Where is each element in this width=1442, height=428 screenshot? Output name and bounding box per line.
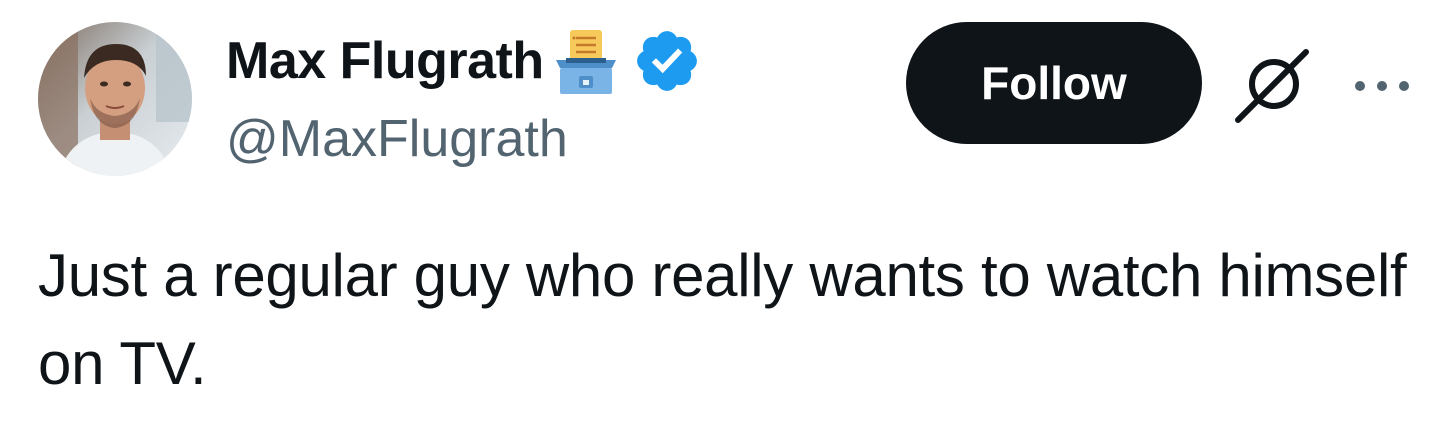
tweet-card: Max Flugrath @MaxFlugrath Follow Just a … <box>0 0 1442 428</box>
follow-button[interactable]: Follow <box>906 22 1202 144</box>
author-display-name[interactable]: Max Flugrath <box>226 24 544 98</box>
grok-icon[interactable] <box>1230 44 1314 128</box>
verified-badge-icon[interactable] <box>632 26 702 96</box>
avatar-image <box>38 22 192 176</box>
author-handle[interactable]: @MaxFlugrath <box>226 104 702 174</box>
tweet-body-text: Just a regular guy who really wants to w… <box>38 242 1407 397</box>
ballot-box-icon <box>555 30 616 94</box>
more-options-icon[interactable] <box>1350 66 1414 106</box>
author-info: Max Flugrath @MaxFlugrath <box>226 24 702 174</box>
name-row: Max Flugrath <box>226 24 702 98</box>
author-avatar[interactable] <box>38 22 192 176</box>
